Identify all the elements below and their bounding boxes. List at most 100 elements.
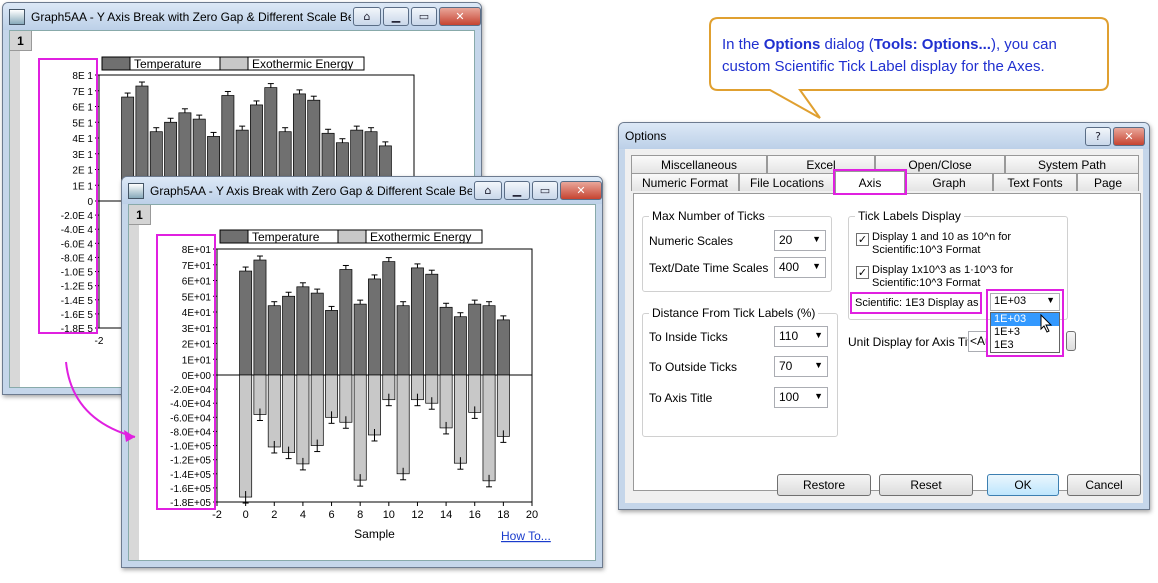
bar-exothermic: [453, 374, 467, 464]
bar-temperature: [396, 305, 410, 376]
bar-exothermic: [310, 374, 324, 446]
numeric-scales-combo[interactable]: 20 ▼: [774, 230, 826, 251]
minimize-button[interactable]: ▁: [504, 181, 530, 200]
tab-system-path[interactable]: System Path: [1005, 155, 1139, 173]
x-tick-label: 2: [271, 509, 277, 521]
bar-exothermic: [353, 374, 367, 481]
axis-title-combo[interactable]: 100 ▼: [774, 387, 828, 408]
tab-graph[interactable]: Graph: [905, 173, 993, 191]
restore-button[interactable]: ▭: [411, 7, 437, 26]
display-dot-checkbox[interactable]: ✓: [856, 266, 869, 279]
legend: Temperature Exothermic Energy: [219, 229, 483, 244]
x-tick-label: 16: [469, 509, 481, 521]
bar-exothermic: [496, 374, 510, 437]
text-date-scales-combo[interactable]: 400 ▼: [774, 257, 826, 278]
x-tick-label: 20: [526, 509, 538, 521]
close-button[interactable]: ✕: [560, 181, 602, 200]
distance-label: Distance From Tick Labels (%): [649, 306, 819, 320]
chevron-down-icon: ▼: [814, 330, 823, 340]
unit-display-combo[interactable]: <Au: [968, 331, 988, 352]
restore-button[interactable]: ▭: [532, 181, 558, 200]
close-button[interactable]: ✕: [1113, 126, 1145, 146]
cancel-button[interactable]: Cancel: [1067, 474, 1141, 496]
bar-temperature: [310, 292, 324, 376]
bar-temperature: [282, 295, 296, 376]
bar-exothermic: [339, 374, 353, 423]
bar-temperature: [253, 259, 267, 376]
numeric-scales-label: Numeric Scales: [649, 234, 734, 248]
bar-temperature: [239, 270, 253, 376]
options-dialog[interactable]: Options ? ✕ Miscellaneous Excel Open/Clo…: [618, 122, 1150, 510]
chevron-down-icon: ▼: [814, 391, 823, 401]
bar-exothermic: [439, 374, 453, 429]
bar-temperature: [382, 261, 396, 376]
legend-label-exothermic: Exothermic Energy: [370, 230, 471, 244]
max-ticks-group: Max Number of Ticks: [642, 209, 832, 292]
how-to-link[interactable]: How To...: [501, 529, 551, 543]
bar-exothermic: [267, 374, 281, 448]
pointer-arrow: [65, 361, 136, 442]
ok-button[interactable]: OK: [987, 474, 1059, 496]
help-button[interactable]: ?: [1085, 126, 1111, 146]
bar-temperature: [296, 286, 310, 376]
callout-text: In the Options dialog (Tools: Options...…: [722, 36, 1057, 75]
legend-swatch-exothermic: [219, 56, 249, 71]
legend-swatch-exothermic: [337, 229, 367, 244]
chevron-down-icon: ▼: [814, 360, 823, 370]
bar-exothermic: [482, 374, 496, 482]
x-tick-label: 10: [383, 509, 395, 521]
bar-temperature: [453, 316, 467, 376]
tab-miscellaneous[interactable]: Miscellaneous: [631, 155, 767, 173]
x-tick-label: 6: [328, 509, 334, 521]
display-10n-label: Display 1 and 10 as 10^n for Scientific:…: [872, 231, 1012, 256]
bar-exothermic: [239, 374, 253, 498]
home-icon[interactable]: ⌂: [474, 181, 502, 200]
bar-temperature: [425, 273, 439, 376]
mouse-cursor-icon: [1040, 314, 1053, 333]
bar-temperature: [439, 306, 453, 376]
bar-exothermic: [325, 374, 338, 418]
tab-file-locations[interactable]: File Locations: [739, 173, 835, 191]
outside-ticks-combo[interactable]: 70 ▼: [774, 356, 828, 377]
bar-temperature: [411, 267, 424, 376]
bar-exothermic: [396, 374, 410, 475]
bar-temperature: [325, 310, 338, 376]
x-tick-label: 18: [497, 509, 509, 521]
outside-ticks-label: To Outside Ticks: [649, 360, 738, 374]
restore-button[interactable]: Restore: [777, 474, 871, 496]
legend-label-exothermic: Exothermic Energy: [252, 57, 353, 71]
bar-temperature: [368, 278, 381, 376]
inside-ticks-combo[interactable]: 110 ▼: [774, 326, 828, 347]
x-tick-label: -2: [212, 509, 222, 521]
axis-tab-highlight: [833, 169, 907, 195]
close-button[interactable]: ✕: [439, 7, 481, 26]
bar-temperature: [482, 305, 496, 376]
legend-swatch-temperature: [219, 229, 249, 244]
options-titlebar[interactable]: Options ? ✕: [619, 123, 1149, 149]
axis-title-label: To Axis Title: [649, 391, 713, 405]
tab-text-fonts[interactable]: Text Fonts: [993, 173, 1077, 191]
minimize-button[interactable]: ▁: [383, 7, 409, 26]
bar-exothermic: [282, 374, 296, 453]
bar-temperature: [267, 305, 281, 376]
legend-label-temperature: Temperature: [252, 230, 320, 244]
tab-numeric-format[interactable]: Numeric Format: [631, 173, 739, 191]
display-dot-label: Display 1x10^3 as 1·10^3 for Scientific:…: [872, 264, 1014, 289]
options-title: Options: [625, 129, 667, 143]
x-tick-label: 8: [357, 509, 363, 521]
x-tick-label: 14: [440, 509, 452, 521]
options-body: Miscellaneous Excel Open/Close System Pa…: [625, 149, 1143, 503]
reset-button[interactable]: Reset: [879, 474, 973, 496]
display-10n-checkbox[interactable]: ✓: [856, 233, 869, 246]
unit-display-more-button[interactable]: [1066, 331, 1076, 351]
bar-temperature: [353, 303, 367, 376]
bar-exothermic: [368, 374, 381, 436]
x-tick-label: 0: [243, 509, 249, 521]
bar-temperature: [496, 319, 510, 376]
text-date-scales-label: Text/Date Time Scales: [649, 261, 769, 275]
bar-exothermic: [296, 374, 310, 465]
tab-page[interactable]: Page: [1077, 173, 1139, 191]
bar-temperature: [468, 303, 482, 376]
bar-temperature: [339, 269, 353, 376]
home-icon[interactable]: ⌂: [353, 7, 381, 26]
